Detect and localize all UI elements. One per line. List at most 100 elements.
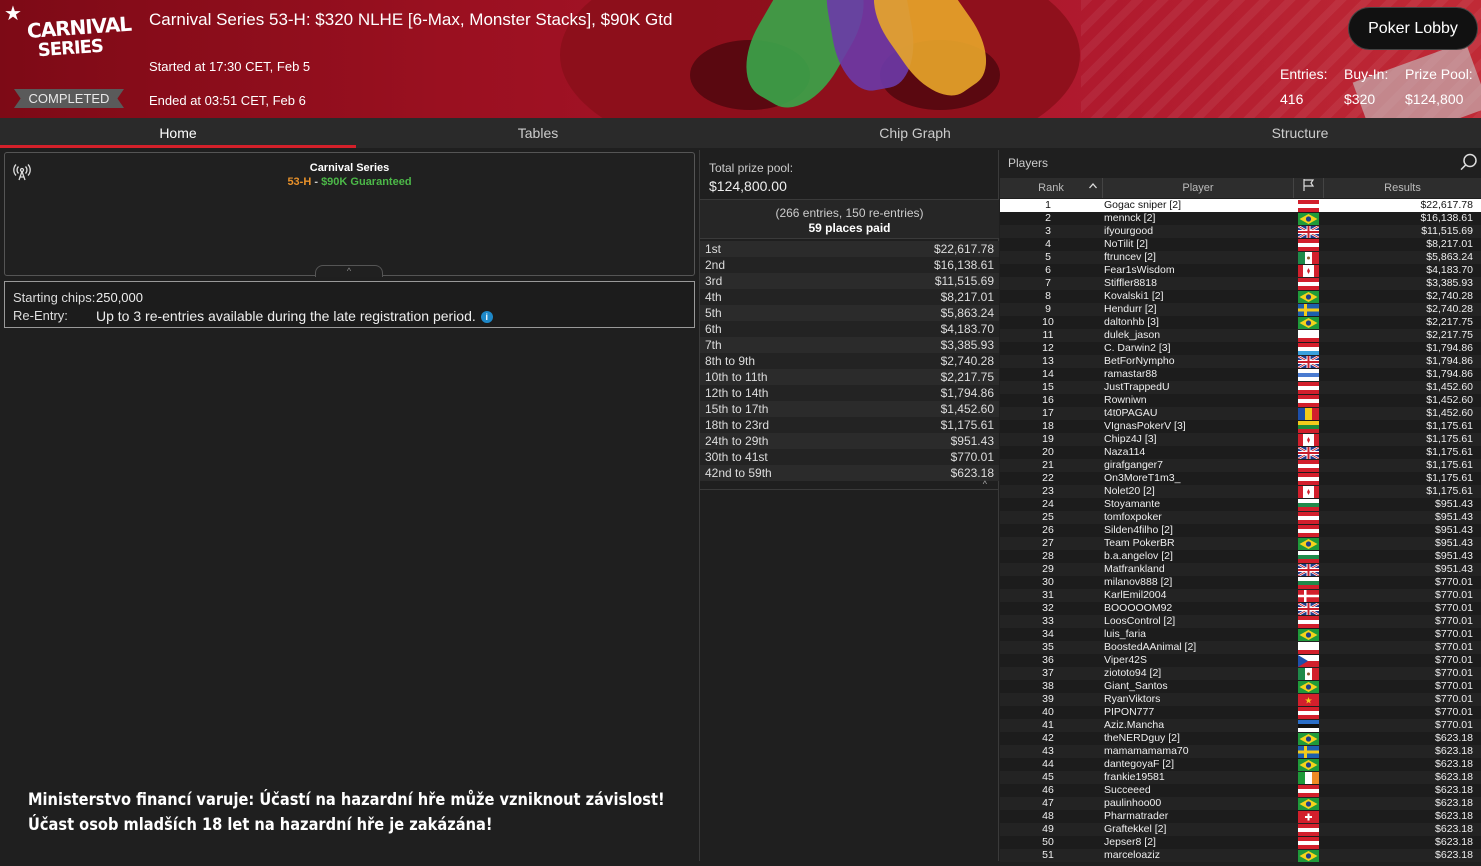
se-flag-icon <box>1298 304 1319 316</box>
player-name: BetForNympho <box>1104 355 1175 367</box>
player-row[interactable]: 9 Hendurr [2] $2,740.28 <box>1000 303 1481 316</box>
player-name: dantegoyaF [2] <box>1104 758 1175 770</box>
payout-place: 15th to 17th <box>705 402 769 416</box>
player-row[interactable]: 8 Kovalski1 [2] $2,740.28 <box>1000 290 1481 303</box>
collapse-payouts-button[interactable]: ^ <box>700 480 999 490</box>
player-row[interactable]: 10 daltonhb [3] $2,217.75 <box>1000 316 1481 329</box>
player-row[interactable]: 47 paulinhoo00 $623.18 <box>1000 797 1481 810</box>
player-row[interactable]: 25 tomfoxpoker $951.43 <box>1000 511 1481 524</box>
player-name: tomfoxpoker <box>1104 511 1162 523</box>
payout-row: 10th to 11th $2,217.75 <box>700 369 999 385</box>
country-column-header[interactable] <box>1294 178 1324 198</box>
player-row[interactable]: 34 luis_faria $770.01 <box>1000 628 1481 641</box>
player-row[interactable]: 31 KarlEmil2004 $770.01 <box>1000 589 1481 602</box>
player-name: LoosControl [2] <box>1104 615 1176 627</box>
player-result: $623.18 <box>1435 797 1473 809</box>
br-flag-icon <box>1298 681 1319 693</box>
collapse-info-button[interactable]: ^ <box>315 265 383 277</box>
results-column-header[interactable]: Results <box>1324 178 1481 198</box>
player-row[interactable]: 36 Viper42S $770.01 <box>1000 654 1481 667</box>
player-row[interactable]: 42 theNERDguy [2] $623.18 <box>1000 732 1481 745</box>
search-icon[interactable] <box>1460 153 1478 176</box>
player-row[interactable]: 20 Naza114 $1,175.61 <box>1000 445 1481 461</box>
player-row[interactable]: 18 VIgnasPokerV [3] $1,175.61 <box>1000 420 1481 433</box>
payout-place: 18th to 23rd <box>705 418 770 432</box>
player-row[interactable]: 1 Gogac sniper [2] $22,617.78 <box>1000 199 1481 212</box>
player-row[interactable]: 38 Giant_Santos $770.01 <box>1000 680 1481 693</box>
player-row[interactable]: 22 On3MoreT1m3_ $1,175.61 <box>1000 472 1481 485</box>
player-row[interactable]: 50 Jepser8 [2] $623.18 <box>1000 836 1481 849</box>
player-row[interactable]: 24 Stoyamante $951.43 <box>1000 498 1481 511</box>
player-row[interactable]: 14 ramastar88 $1,794.86 <box>1000 368 1481 381</box>
player-rank: 25 <box>1042 511 1054 523</box>
player-row[interactable]: 23 Nolet20 [2] $1,175.61 <box>1000 485 1481 498</box>
player-result: $770.01 <box>1435 615 1473 627</box>
player-row[interactable]: 39 RyanViktors ★ $770.01 <box>1000 693 1481 706</box>
player-row[interactable]: 45 frankie19581 $623.18 <box>1000 771 1481 784</box>
player-row[interactable]: 19 Chipz4J [3] $1,175.61 <box>1000 433 1481 446</box>
player-row[interactable]: 35 BoostedAAnimal [2] $770.01 <box>1000 641 1481 654</box>
player-name: Kovalski1 [2] <box>1104 290 1164 302</box>
gb-flag-icon <box>1297 562 1320 578</box>
player-row[interactable]: 6 Fear1sWisdom $4,183.70 <box>1000 264 1481 277</box>
player-row[interactable]: 37 ziototo94 [2] $770.01 <box>1000 667 1481 680</box>
player-row[interactable]: 29 Matfrankland $951.43 <box>1000 562 1481 578</box>
player-row[interactable]: 46 Succeeed $623.18 <box>1000 784 1481 797</box>
star-icon[interactable]: ★ <box>4 1 22 26</box>
player-name: Chipz4J [3] <box>1104 433 1157 445</box>
payout-place: 8th to 9th <box>705 354 756 368</box>
player-result: $623.18 <box>1435 823 1473 835</box>
player-row[interactable]: 48 Pharmatrader $623.18 <box>1000 810 1481 823</box>
player-result: $770.01 <box>1435 706 1473 718</box>
tab-home[interactable]: Home <box>0 118 356 148</box>
player-result: $770.01 <box>1435 602 1473 614</box>
player-row[interactable]: 15 JustTrappedU $1,452.60 <box>1000 381 1481 394</box>
player-row[interactable]: 3 ifyourgood $11,515.69 <box>1000 224 1481 240</box>
player-row[interactable]: 49 Graftekkel [2] $623.18 <box>1000 823 1481 836</box>
player-result: $951.43 <box>1435 524 1473 536</box>
player-row[interactable]: 30 milanov888 [2] $770.01 <box>1000 576 1481 589</box>
payout-amount: $3,385.93 <box>940 338 994 352</box>
player-row[interactable]: 5 ftruncev [2] $5,863.24 <box>1000 251 1481 264</box>
player-row[interactable]: 21 girafganger7 $1,175.61 <box>1000 459 1481 472</box>
info-icon[interactable]: i <box>480 311 493 323</box>
player-row[interactable]: 28 b.a.angelov [2] $951.43 <box>1000 550 1481 563</box>
player-result: $623.18 <box>1435 758 1473 770</box>
tab-tables[interactable]: Tables <box>356 118 720 148</box>
sort-ascending-icon <box>1088 178 1098 198</box>
payout-place: 3rd <box>705 274 723 288</box>
player-row[interactable]: 11 dulek_jason $2,217.75 <box>1000 329 1481 342</box>
player-rank: 10 <box>1042 316 1054 328</box>
player-row[interactable]: 17 t4t0PAGAU $1,452.60 <box>1000 407 1481 420</box>
player-row[interactable]: 12 C. Darwin2 [3] $1,794.86 <box>1000 342 1481 355</box>
reentry-info: Up to 3 re-entries available during the … <box>96 308 493 324</box>
player-name: daltonhb [3] <box>1104 316 1159 328</box>
player-row[interactable]: 41 Aziz.Mancha $770.01 <box>1000 719 1481 732</box>
player-row[interactable]: 51 marceloaziz $623.18 <box>1000 849 1481 862</box>
tournament-header: ★ CARNIVAL SERIES COMPLETED Carnival Ser… <box>0 0 1481 118</box>
player-row[interactable]: 2 mennck [2] $16,138.61 <box>1000 212 1481 225</box>
player-row[interactable]: 4 NoTilit [2] $8,217.01 <box>1000 238 1481 251</box>
player-row[interactable]: 43 mamamamama70 $623.18 <box>1000 745 1481 758</box>
gb-flag-icon <box>1297 354 1320 370</box>
tab-chip-graph[interactable]: Chip Graph <box>720 118 1110 148</box>
payout-row: 5th $5,863.24 <box>700 305 999 321</box>
tab-structure[interactable]: Structure <box>1110 118 1481 148</box>
ch-flag-icon <box>1298 811 1319 823</box>
player-rank: 19 <box>1042 433 1054 445</box>
player-row[interactable]: 32 BOOOOOM92 $770.01 <box>1000 601 1481 617</box>
player-row[interactable]: 13 BetForNympho $1,794.86 <box>1000 354 1481 370</box>
br-flag-icon <box>1298 538 1319 550</box>
rank-column-header[interactable]: Rank <box>1000 178 1103 198</box>
player-row[interactable]: 7 Stiffler8818 $3,385.93 <box>1000 277 1481 290</box>
player-row[interactable]: 26 Silden4filho [2] $951.43 <box>1000 524 1481 537</box>
at-flag-icon <box>1298 512 1319 524</box>
poker-lobby-button[interactable]: Poker Lobby <box>1348 7 1478 50</box>
player-rank: 13 <box>1042 355 1054 367</box>
player-row[interactable]: 33 LoosControl [2] $770.01 <box>1000 615 1481 628</box>
player-row[interactable]: 27 Team PokerBR $951.43 <box>1000 537 1481 550</box>
player-row[interactable]: 44 dantegoyaF [2] $623.18 <box>1000 758 1481 771</box>
player-row[interactable]: 40 PIPON777 $770.01 <box>1000 706 1481 719</box>
player-column-header[interactable]: Player <box>1103 178 1294 198</box>
player-row[interactable]: 16 Rowniwn $1,452.60 <box>1000 394 1481 407</box>
